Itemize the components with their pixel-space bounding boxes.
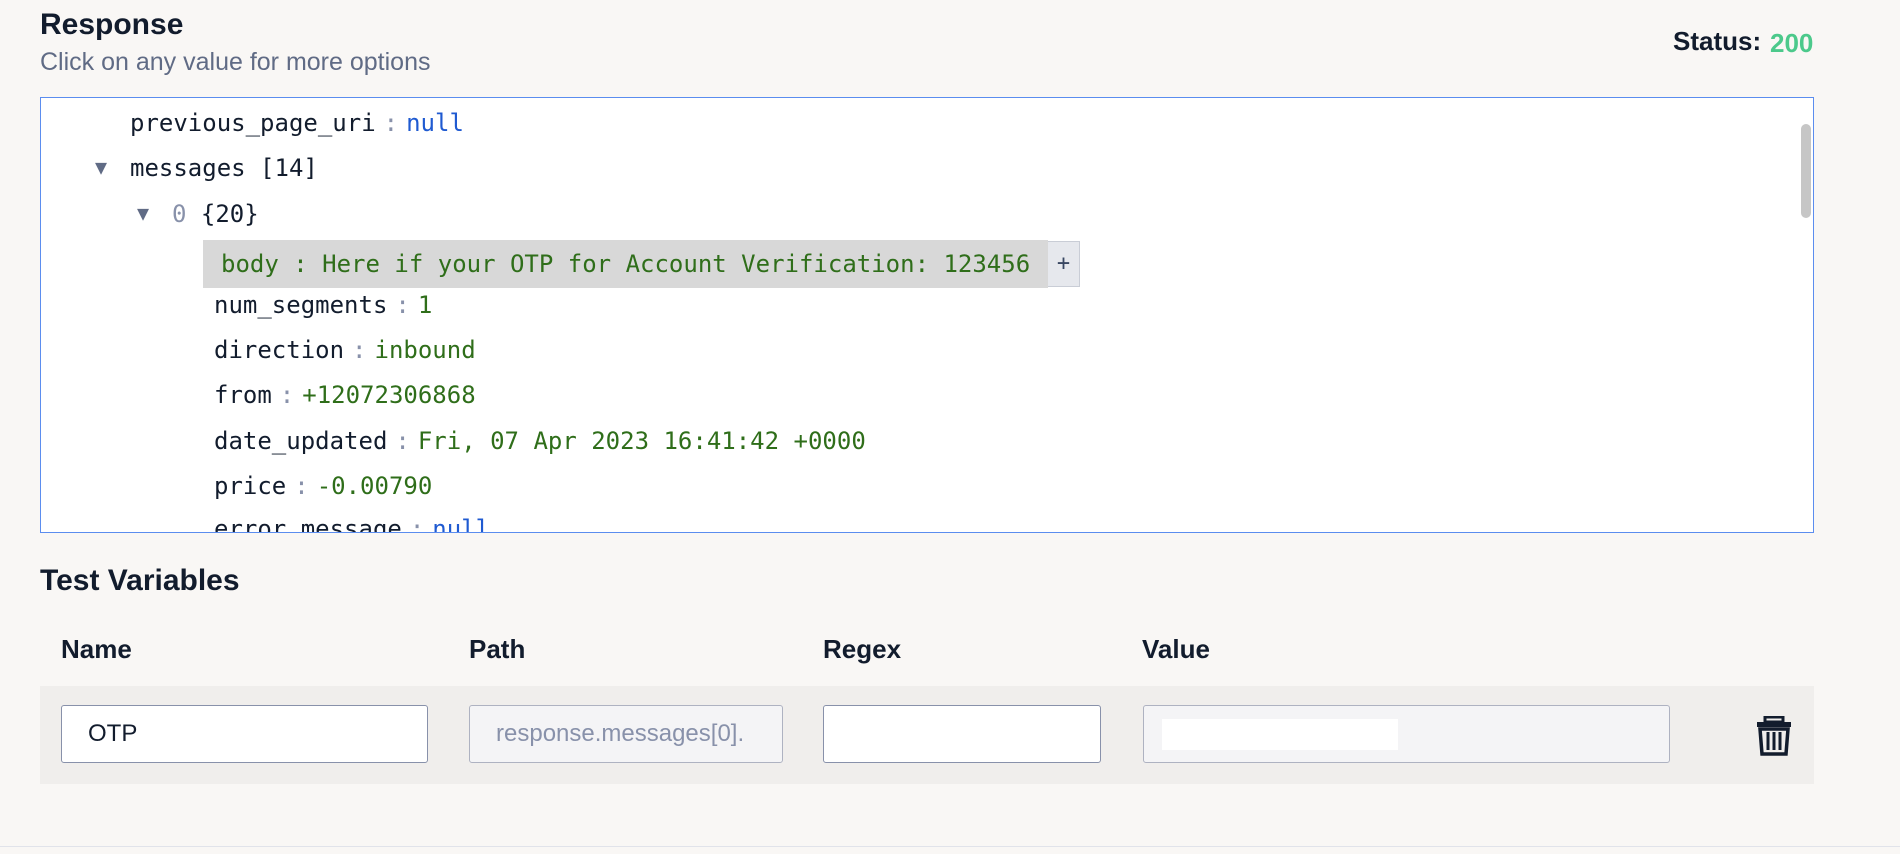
json-value[interactable]: null <box>406 109 464 137</box>
variable-regex-input[interactable] <box>823 705 1101 763</box>
scrollbar-thumb[interactable] <box>1801 124 1811 218</box>
divider <box>0 846 1900 847</box>
json-separator: : <box>395 427 410 455</box>
more-options-button[interactable]: + <box>1048 241 1080 287</box>
status-label: Status: <box>1673 26 1762 56</box>
json-separator: : <box>395 291 410 319</box>
json-value[interactable]: 1 <box>418 291 432 319</box>
json-row-direction[interactable]: direction: inbound <box>214 333 476 367</box>
json-key: direction <box>214 336 345 364</box>
variable-value-text <box>1162 719 1398 750</box>
json-row-previous-page-uri[interactable]: previous_page_uri: null <box>130 106 464 140</box>
json-count: [14] <box>260 154 318 182</box>
json-value[interactable]: inbound <box>375 336 476 364</box>
response-title: Response <box>40 8 184 41</box>
scrollbar[interactable] <box>1799 98 1813 532</box>
json-separator: : <box>383 109 399 137</box>
json-row-messages[interactable]: messages [14] <box>130 151 318 185</box>
json-separator: : <box>279 381 295 409</box>
json-key: price <box>214 472 287 500</box>
column-header-path: Path <box>469 634 526 664</box>
triangle-down-icon[interactable]: ▼ <box>137 201 149 225</box>
json-key: error_message <box>214 515 402 533</box>
triangle-down-icon[interactable]: ▼ <box>95 155 107 179</box>
json-key: from <box>214 381 272 409</box>
column-header-regex: Regex <box>823 634 902 664</box>
response-panel: Response Click on any value for more opt… <box>0 0 1900 854</box>
json-count: {20} <box>200 200 259 228</box>
variable-name-input[interactable]: OTP <box>61 705 428 763</box>
json-key: previous_page_uri <box>130 109 376 137</box>
status-code: 200 <box>1770 28 1814 58</box>
json-separator: : <box>352 336 367 364</box>
response-subtitle: Click on any value for more options <box>40 48 431 76</box>
json-value[interactable]: +12072306868 <box>302 381 475 409</box>
column-header-value: Value <box>1142 634 1210 664</box>
json-row-num-segments[interactable]: num_segments:1 <box>214 288 432 322</box>
test-variables-title: Test Variables <box>40 564 240 597</box>
json-value[interactable]: Fri, 07 Apr 2023 16:41:42 +0000 <box>418 427 866 455</box>
json-value[interactable]: null <box>432 515 490 532</box>
json-separator: : <box>409 515 425 533</box>
json-key: messages <box>130 154 246 182</box>
json-index: 0 <box>172 200 187 228</box>
json-key: date_updated <box>214 427 388 455</box>
json-row-date-updated[interactable]: date_updated: Fri, 07 Apr 2023 16:41:42 +… <box>214 424 866 458</box>
json-row-from[interactable]: from: +12072306868 <box>214 378 476 412</box>
json-key: num_segments <box>214 291 388 319</box>
json-row-price[interactable]: price: -0.00790 <box>214 469 432 503</box>
trash-icon[interactable] <box>1756 715 1792 756</box>
json-value[interactable]: -0.00790 <box>317 472 433 500</box>
json-separator: : <box>294 472 309 500</box>
json-row-item-0[interactable]: 0 {20} <box>172 197 259 231</box>
variable-path-input[interactable]: response.messages[0]. <box>469 705 783 763</box>
column-header-name: Name <box>61 634 132 664</box>
variable-value-field <box>1143 705 1670 763</box>
test-variable-row: OTP response.messages[0]. <box>40 686 1814 784</box>
json-row-body-highlighted[interactable]: body : Here if your OTP for Account Veri… <box>203 240 1048 288</box>
json-viewer[interactable]: previous_page_uri: null ▼ messages [14] ▼… <box>40 97 1814 533</box>
json-row-error-message[interactable]: error_message: null <box>214 512 490 533</box>
